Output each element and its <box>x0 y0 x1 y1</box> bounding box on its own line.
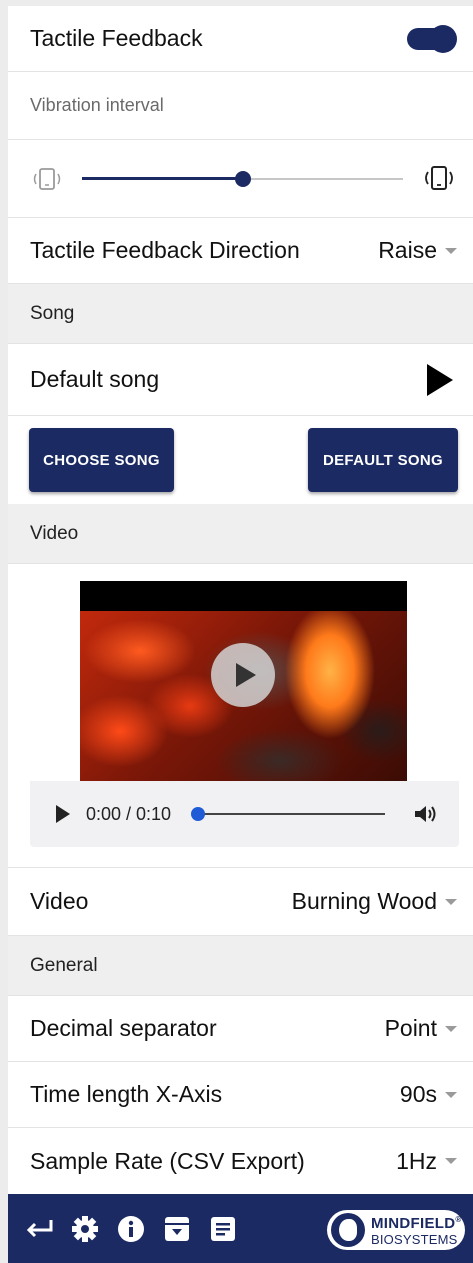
dropdown-caret-icon <box>445 1091 457 1098</box>
mindfield-logo: MINDFIELD® BIOSYSTEMS <box>327 1210 465 1250</box>
vibration-interval-row <box>8 140 473 218</box>
song-buttons-row: CHOOSE SONG DEFAULT SONG <box>8 416 473 504</box>
settings-page: Tactile Feedback Vibration interval Tact… <box>0 0 473 1263</box>
dropdown-caret-icon <box>445 1158 457 1164</box>
video-time: 0:00 / 0:10 <box>86 803 172 824</box>
dropdown-caret-icon <box>445 898 457 905</box>
decimal-separator-row[interactable]: Decimal separator Point <box>8 996 473 1062</box>
slider-thumb[interactable] <box>234 170 251 187</box>
song-section-header: Song <box>8 284 473 344</box>
video-progress-thumb[interactable] <box>191 807 206 821</box>
vibration-interval-header: Vibration interval <box>8 72 473 140</box>
video-play-button[interactable] <box>211 643 275 707</box>
play-icon <box>235 663 256 687</box>
general-section-header: General <box>8 936 473 996</box>
play-song-button[interactable] <box>427 363 457 396</box>
dropdown-caret-icon <box>445 247 457 254</box>
back-arrow-icon[interactable] <box>24 1214 54 1244</box>
decimal-separator-select[interactable]: Point <box>385 1015 457 1042</box>
choose-song-button[interactable]: CHOOSE SONG <box>29 428 174 492</box>
video-select-label: Video <box>30 888 89 914</box>
tactile-feedback-toggle[interactable] <box>407 24 457 53</box>
sample-rate-label: Sample Rate (CSV Export) <box>30 1147 305 1174</box>
phone-vibrate-high-icon <box>425 165 453 190</box>
video-player[interactable] <box>80 581 407 781</box>
logo-registered: ® <box>455 1215 462 1224</box>
play-icon <box>427 363 453 396</box>
time-length-label: Time length X-Axis <box>30 1081 223 1107</box>
song-section-label: Song <box>30 302 75 324</box>
gear-icon[interactable] <box>70 1214 100 1244</box>
logo-line1: MINDFIELD <box>371 1215 456 1232</box>
video-controls: 0:00 / 0:10 <box>30 781 459 847</box>
tactile-direction-value: Raise <box>378 237 437 263</box>
vibration-interval-slider[interactable] <box>82 164 403 194</box>
video-select[interactable]: Burning Wood <box>292 888 457 915</box>
info-icon[interactable] <box>116 1214 146 1244</box>
video-select-row[interactable]: Video Burning Wood <box>8 868 473 936</box>
footer-bar: MINDFIELD® BIOSYSTEMS <box>8 1194 473 1263</box>
sample-rate-select[interactable]: 1Hz <box>396 1148 457 1175</box>
video-progress-bar[interactable] <box>191 804 385 824</box>
dropdown-caret-icon <box>445 1025 457 1032</box>
logo-line2: BIOSYSTEMS <box>371 1232 458 1247</box>
tactile-direction-select[interactable]: Raise <box>378 237 457 264</box>
video-control-play-button[interactable] <box>56 805 70 823</box>
time-length-value: 90s <box>399 1081 437 1107</box>
phone-vibrate-low-icon <box>33 167 61 190</box>
current-song-label: Default song <box>30 366 160 392</box>
sample-rate-row[interactable]: Sample Rate (CSV Export) 1Hz <box>8 1128 473 1194</box>
tactile-feedback-label: Tactile Feedback <box>30 25 203 51</box>
archive-icon[interactable] <box>162 1214 192 1244</box>
video-select-value: Burning Wood <box>291 888 437 914</box>
tactile-feedback-row[interactable]: Tactile Feedback <box>8 6 473 72</box>
default-song-button[interactable]: DEFAULT SONG <box>308 428 458 492</box>
decimal-separator-value: Point <box>384 1015 437 1041</box>
current-song-row: Default song <box>8 344 473 416</box>
time-length-select[interactable]: 90s <box>400 1081 457 1108</box>
volume-icon[interactable] <box>413 803 439 825</box>
video-section-header: Video <box>8 504 473 564</box>
logo-head-icon <box>331 1213 365 1247</box>
sample-rate-value: 1Hz <box>396 1147 437 1174</box>
tactile-direction-label: Tactile Feedback Direction <box>30 237 300 263</box>
notes-icon[interactable] <box>208 1214 238 1244</box>
video-section-label: Video <box>30 522 79 544</box>
time-length-row[interactable]: Time length X-Axis 90s <box>8 1062 473 1128</box>
general-section-label: General <box>30 954 98 976</box>
decimal-separator-label: Decimal separator <box>30 1015 217 1041</box>
tactile-direction-row[interactable]: Tactile Feedback Direction Raise <box>8 218 473 284</box>
vibration-interval-label: Vibration interval <box>30 95 164 115</box>
